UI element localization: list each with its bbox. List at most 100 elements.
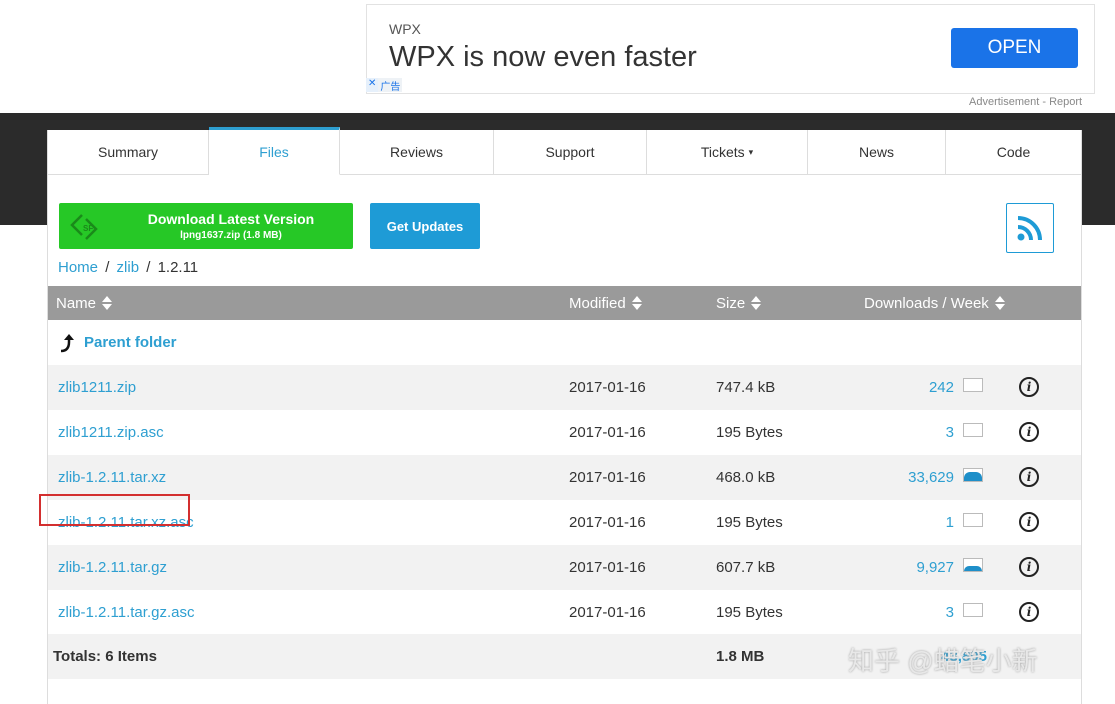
download-trend-sparkline[interactable] — [963, 513, 983, 527]
modified-cell: 2017-01-16 — [569, 559, 646, 576]
column-header-modified[interactable]: Modified — [569, 286, 642, 320]
sort-icon — [102, 296, 113, 310]
ad-brand: WPX — [389, 21, 421, 37]
file-row: zlib1211.zip 2017-01-16 747.4 kB 242 i — [48, 365, 1081, 410]
info-icon[interactable]: i — [1019, 377, 1039, 397]
downloads-count-link[interactable]: 1 — [888, 500, 954, 545]
tab-label: Reviews — [390, 144, 443, 160]
downloads-count-link[interactable]: 3 — [888, 590, 954, 635]
ad-label: 广告 — [378, 78, 403, 93]
tab-reviews[interactable]: Reviews — [340, 130, 494, 174]
watermark: 知乎 @蜡笔小新 — [848, 646, 1038, 676]
downloads-count-link[interactable]: 242 — [888, 365, 954, 410]
size-cell: 195 Bytes — [716, 424, 783, 441]
download-trend-sparkline[interactable] — [963, 378, 983, 392]
column-label: Name — [56, 294, 97, 312]
modified-cell: 2017-01-16 — [569, 604, 646, 621]
download-trend-sparkline[interactable] — [963, 603, 983, 617]
modified-cell: 2017-01-16 — [569, 379, 646, 396]
info-icon[interactable]: i — [1019, 422, 1039, 442]
tab-news[interactable]: News — [808, 130, 946, 174]
file-name-cell: zlib1211.zip — [58, 365, 136, 410]
file-row: zlib-1.2.11.tar.xz.asc 2017-01-16 195 Byte… — [48, 500, 1081, 545]
modified-cell: 2017-01-16 — [569, 424, 646, 441]
ad-headline[interactable]: WPX is now even faster — [389, 41, 697, 74]
breadcrumb-zlib-link[interactable]: zlib — [117, 259, 140, 276]
file-row: zlib1211.zip.asc 2017-01-16 195 Bytes 3 i — [48, 410, 1081, 455]
download-trend-sparkline[interactable] — [963, 558, 983, 572]
tab-support[interactable]: Support — [494, 130, 647, 174]
column-label: Downloads / Week — [864, 294, 989, 312]
rss-feed-button[interactable] — [1006, 203, 1054, 253]
tab-code[interactable]: Code — [946, 130, 1081, 174]
rss-icon — [1017, 216, 1042, 241]
adchoices-badge[interactable]: ✕ 广告 — [366, 78, 403, 93]
svg-text:SF: SF — [83, 224, 93, 233]
breadcrumb-separator: / — [146, 259, 151, 276]
highlight-annotation — [39, 494, 190, 526]
sort-icon — [994, 296, 1005, 310]
tab-files[interactable]: Files — [209, 127, 340, 175]
ad-report-link[interactable]: Advertisement - Report — [969, 96, 1082, 108]
parent-folder-label: Parent folder — [84, 334, 177, 351]
project-tabs: Summary Files Reviews Support Tickets ▾ N… — [48, 127, 1081, 175]
file-row: zlib-1.2.11.tar.xz 2017-01-16 468.0 kB 33,6… — [48, 455, 1081, 500]
ad-close-icon[interactable]: ✕ — [366, 78, 379, 92]
file-link[interactable]: zlib-1.2.11.tar.gz.asc — [58, 604, 194, 621]
info-icon[interactable]: i — [1019, 467, 1039, 487]
column-header-name[interactable]: Name — [56, 286, 113, 320]
tab-summary[interactable]: Summary — [48, 130, 209, 174]
modified-cell: 2017-01-16 — [569, 514, 646, 531]
tab-label: Support — [545, 144, 595, 160]
totals-label: Totals: 6 Items — [53, 648, 157, 665]
tab-label: Files — [259, 144, 289, 160]
column-header-size[interactable]: Size — [716, 286, 762, 320]
tab-label: Summary — [98, 144, 158, 160]
get-updates-button[interactable]: Get Updates — [370, 203, 480, 249]
column-header-downloads[interactable]: Downloads / Week — [864, 286, 1005, 320]
size-cell: 607.7 kB — [716, 559, 776, 576]
file-name-cell: zlib-1.2.11.tar.gz — [58, 545, 167, 590]
size-cell: 195 Bytes — [716, 604, 783, 621]
parent-folder-link[interactable]: Parent folder — [58, 320, 177, 365]
size-cell: 747.4 kB — [716, 379, 776, 396]
sparkline-fill — [964, 472, 982, 481]
info-icon[interactable]: i — [1019, 557, 1039, 577]
advertisement-banner[interactable]: WPX WPX is now even faster OPEN — [366, 4, 1095, 94]
breadcrumb: Home / zlib / 1.2.11 — [58, 259, 198, 276]
parent-folder-row[interactable]: Parent folder — [48, 320, 1081, 365]
file-row: zlib-1.2.11.tar.gz.asc 2017-01-16 195 Byte… — [48, 590, 1081, 635]
downloads-count-link[interactable]: 9,927 — [888, 545, 954, 590]
download-trend-sparkline[interactable] — [963, 468, 983, 482]
downloads-count-link[interactable]: 33,629 — [888, 455, 954, 500]
breadcrumb-home-link[interactable]: Home — [58, 259, 98, 276]
column-label: Modified — [569, 294, 626, 312]
downloads-count-link[interactable]: 3 — [888, 410, 954, 455]
sort-icon — [751, 296, 762, 310]
file-name-cell: zlib1211.zip.asc — [58, 410, 164, 455]
size-cell: 468.0 kB — [716, 469, 776, 486]
sourceforge-logo-icon: SF — [70, 214, 98, 240]
tab-label: Code — [996, 144, 1031, 160]
ad-open-button[interactable]: OPEN — [951, 28, 1078, 68]
file-link[interactable]: zlib-1.2.11.tar.xz — [58, 469, 166, 486]
file-row: zlib-1.2.11.tar.gz 2017-01-16 607.7 kB 9,92… — [48, 545, 1081, 590]
sort-icon — [631, 296, 642, 310]
download-latest-button[interactable]: SF Download Latest Version lpng1637.zip … — [59, 203, 353, 249]
info-icon[interactable]: i — [1019, 512, 1039, 532]
breadcrumb-separator: / — [105, 259, 110, 276]
download-filename: lpng1637.zip (1.8 MB) — [180, 230, 282, 241]
size-cell: 195 Bytes — [716, 514, 783, 531]
project-files-panel: Summary Files Reviews Support Tickets ▾ N… — [39, 127, 1082, 704]
totals-size: 1.8 MB — [716, 648, 765, 665]
file-link[interactable]: zlib1211.zip — [58, 379, 136, 396]
tab-tickets[interactable]: Tickets ▾ — [647, 130, 808, 174]
download-trend-sparkline[interactable] — [963, 423, 983, 437]
file-link[interactable]: zlib1211.zip.asc — [58, 424, 164, 441]
tab-label: Tickets — [700, 144, 745, 160]
download-title: Download Latest Version — [147, 211, 315, 227]
caret-down-icon: ▾ — [748, 146, 754, 157]
file-link[interactable]: zlib-1.2.11.tar.gz — [58, 559, 167, 576]
modified-cell: 2017-01-16 — [569, 469, 646, 486]
info-icon[interactable]: i — [1019, 602, 1039, 622]
